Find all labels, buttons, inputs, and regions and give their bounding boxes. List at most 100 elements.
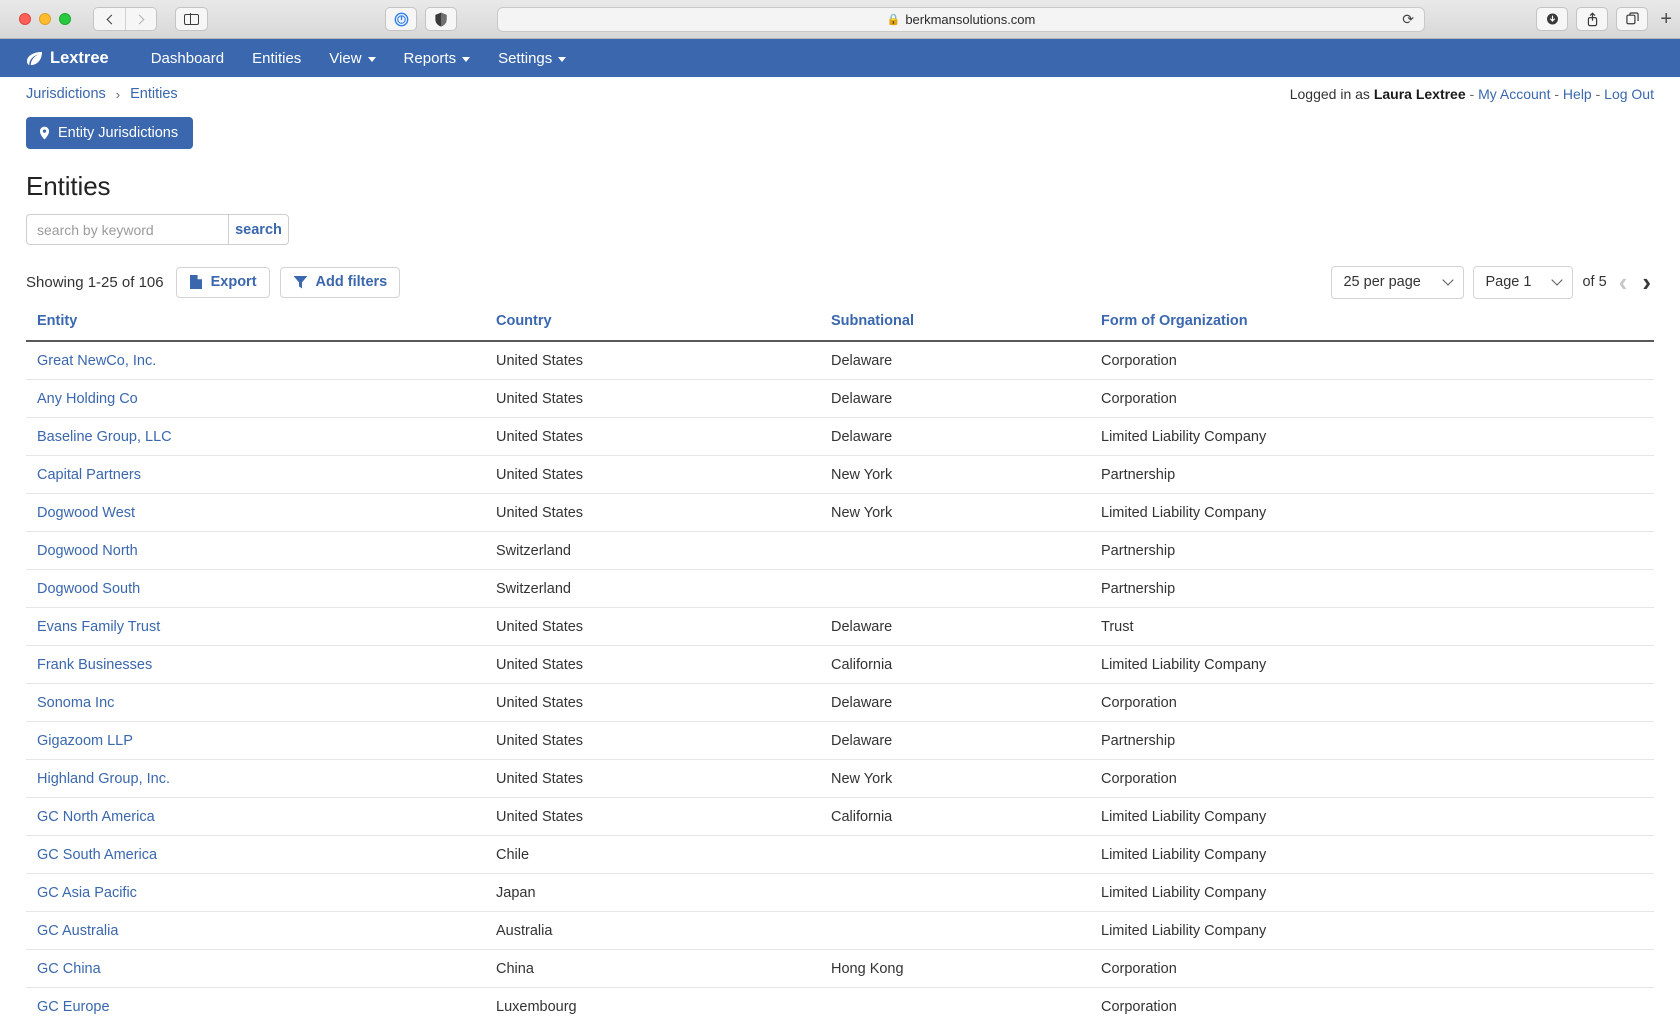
table-row: GC North America United States California L… — [26, 797, 1654, 836]
column-header-subnational[interactable]: Subnational — [831, 313, 1101, 342]
nav-item-entities[interactable]: Entities — [238, 39, 315, 77]
back-arrow-icon — [106, 14, 116, 24]
page-value: Page 1 — [1485, 274, 1532, 290]
add-filters-button[interactable]: Add filters — [279, 266, 401, 298]
entity-link[interactable]: Dogwood West — [37, 505, 135, 521]
reload-icon[interactable]: ⟳ — [1402, 11, 1414, 28]
tab-overview-button[interactable] — [1616, 7, 1648, 31]
table-row: GC South America Chile Limited Liability C… — [26, 835, 1654, 874]
per-page-select[interactable]: 25 per page — [1331, 265, 1465, 299]
nav-item-dashboard[interactable]: Dashboard — [137, 39, 238, 77]
entity-link[interactable]: Sonoma Inc — [37, 695, 114, 711]
cell-entity: GC Asia Pacific — [26, 873, 496, 912]
browser-navigation-arrows — [93, 7, 157, 31]
column-header-entity[interactable]: Entity — [26, 313, 496, 342]
entity-link[interactable]: Evans Family Trust — [37, 619, 160, 635]
nav-item-view[interactable]: View — [315, 39, 389, 77]
search-button[interactable]: search — [228, 214, 289, 245]
cell-country: United States — [496, 721, 831, 760]
cell-subnational: New York — [831, 493, 1101, 532]
share-icon — [1587, 11, 1597, 26]
search-input[interactable] — [26, 214, 228, 245]
table-row: GC Australia Australia Limited Liability C… — [26, 911, 1654, 950]
entity-link[interactable]: Dogwood South — [37, 581, 140, 597]
entity-link[interactable]: GC North America — [37, 809, 155, 825]
chevron-down-icon — [1551, 274, 1564, 286]
privacy-shield-icon — [435, 12, 447, 26]
entity-link[interactable]: GC Europe — [37, 999, 110, 1015]
forward-button[interactable] — [125, 8, 156, 30]
nav-item-reports[interactable]: Reports — [390, 39, 485, 77]
entity-link[interactable]: GC South America — [37, 847, 157, 863]
entities-table: Entity Country Subnational Form of Organ… — [26, 313, 1654, 1025]
main-content: Entity Jurisdictions Entities search Sho… — [0, 111, 1680, 1025]
cell-subnational: Delaware — [831, 721, 1101, 760]
cell-entity: Dogwood North — [26, 531, 496, 570]
nav-label: Entities — [252, 49, 302, 67]
entity-link[interactable]: GC Asia Pacific — [37, 885, 137, 901]
cell-form-of-organization: Limited Liability Company — [1101, 645, 1654, 684]
export-button[interactable]: Export — [175, 266, 270, 298]
my-account-link[interactable]: My Account — [1478, 86, 1550, 102]
address-bar[interactable]: 🔒 berkmansolutions.com ⟳ — [497, 6, 1425, 32]
column-header-country[interactable]: Country — [496, 313, 831, 342]
cell-subnational: Delaware — [831, 607, 1101, 646]
cell-form-of-organization: Limited Liability Company — [1101, 873, 1654, 912]
entity-link[interactable]: Capital Partners — [37, 467, 141, 483]
nav-label: View — [329, 49, 362, 67]
entity-link[interactable]: GC China — [37, 961, 101, 977]
cell-subnational: Delaware — [831, 417, 1101, 456]
1password-button[interactable] — [385, 7, 417, 31]
cell-form-of-organization: Corporation — [1101, 949, 1654, 988]
privacy-report-button[interactable] — [425, 7, 457, 31]
downloads-button[interactable] — [1536, 7, 1568, 31]
entity-jurisdictions-button[interactable]: Entity Jurisdictions — [26, 117, 194, 149]
entity-link[interactable]: Any Holding Co — [37, 391, 138, 407]
cell-entity: GC China — [26, 949, 496, 988]
minimize-window-button[interactable] — [39, 13, 51, 25]
cell-subnational — [831, 911, 1101, 950]
back-button[interactable] — [94, 8, 125, 30]
next-page-button[interactable]: › — [1639, 269, 1654, 295]
previous-page-button[interactable]: ‹ — [1616, 269, 1631, 295]
cell-form-of-organization: Trust — [1101, 607, 1654, 646]
export-label: Export — [210, 274, 257, 290]
cell-country: United States — [496, 379, 831, 418]
table-row: Sonoma Inc United States Delaware Corporati… — [26, 683, 1654, 722]
close-window-button[interactable] — [19, 13, 31, 25]
tab-overview-icon — [1625, 12, 1639, 25]
maximize-window-button[interactable] — [59, 13, 71, 25]
log-out-link[interactable]: Log Out — [1604, 86, 1654, 102]
page-title: Entities — [26, 171, 111, 201]
entity-link[interactable]: Baseline Group, LLC — [37, 429, 172, 445]
entity-link[interactable]: Gigazoom LLP — [37, 733, 133, 749]
entity-link[interactable]: Highland Group, Inc. — [37, 771, 170, 787]
cell-subnational: Delaware — [831, 379, 1101, 418]
page-total-count: of 5 — [1582, 274, 1607, 290]
breadcrumb-item-entities[interactable]: Entities — [130, 86, 178, 102]
cell-form-of-organization: Partnership — [1101, 721, 1654, 760]
share-button[interactable] — [1576, 7, 1608, 31]
entity-link[interactable]: Dogwood North — [37, 543, 138, 559]
breadcrumb-item-jurisdictions[interactable]: Jurisdictions — [26, 86, 106, 102]
sidebar-toggle-button[interactable] — [175, 7, 208, 31]
entity-link[interactable]: GC Australia — [37, 923, 118, 939]
leaf-icon — [27, 51, 42, 65]
help-link[interactable]: Help — [1563, 86, 1592, 102]
entity-link[interactable]: Great NewCo, Inc. — [37, 353, 156, 369]
cell-country: United States — [496, 417, 831, 456]
entity-link[interactable]: Frank Businesses — [37, 657, 152, 673]
browser-toolbar: 🔒 berkmansolutions.com ⟳ + — [0, 0, 1680, 39]
table-row: Dogwood North Switzerland Partnership — [26, 531, 1654, 570]
column-header-form-of-organization[interactable]: Form of Organization — [1101, 313, 1654, 342]
browser-right-buttons — [1536, 7, 1648, 31]
new-tab-plus-icon[interactable]: + — [1660, 8, 1672, 31]
nav-item-settings[interactable]: Settings — [484, 39, 580, 77]
brand-logo[interactable]: Lextree — [26, 49, 109, 68]
cell-country: Luxembourg — [496, 987, 831, 1025]
breadcrumb-separator-icon: › — [115, 86, 121, 102]
cell-form-of-organization: Partnership — [1101, 531, 1654, 570]
cell-country: Japan — [496, 873, 831, 912]
page-select[interactable]: Page 1 — [1473, 265, 1574, 299]
cell-entity: Frank Businesses — [26, 645, 496, 684]
